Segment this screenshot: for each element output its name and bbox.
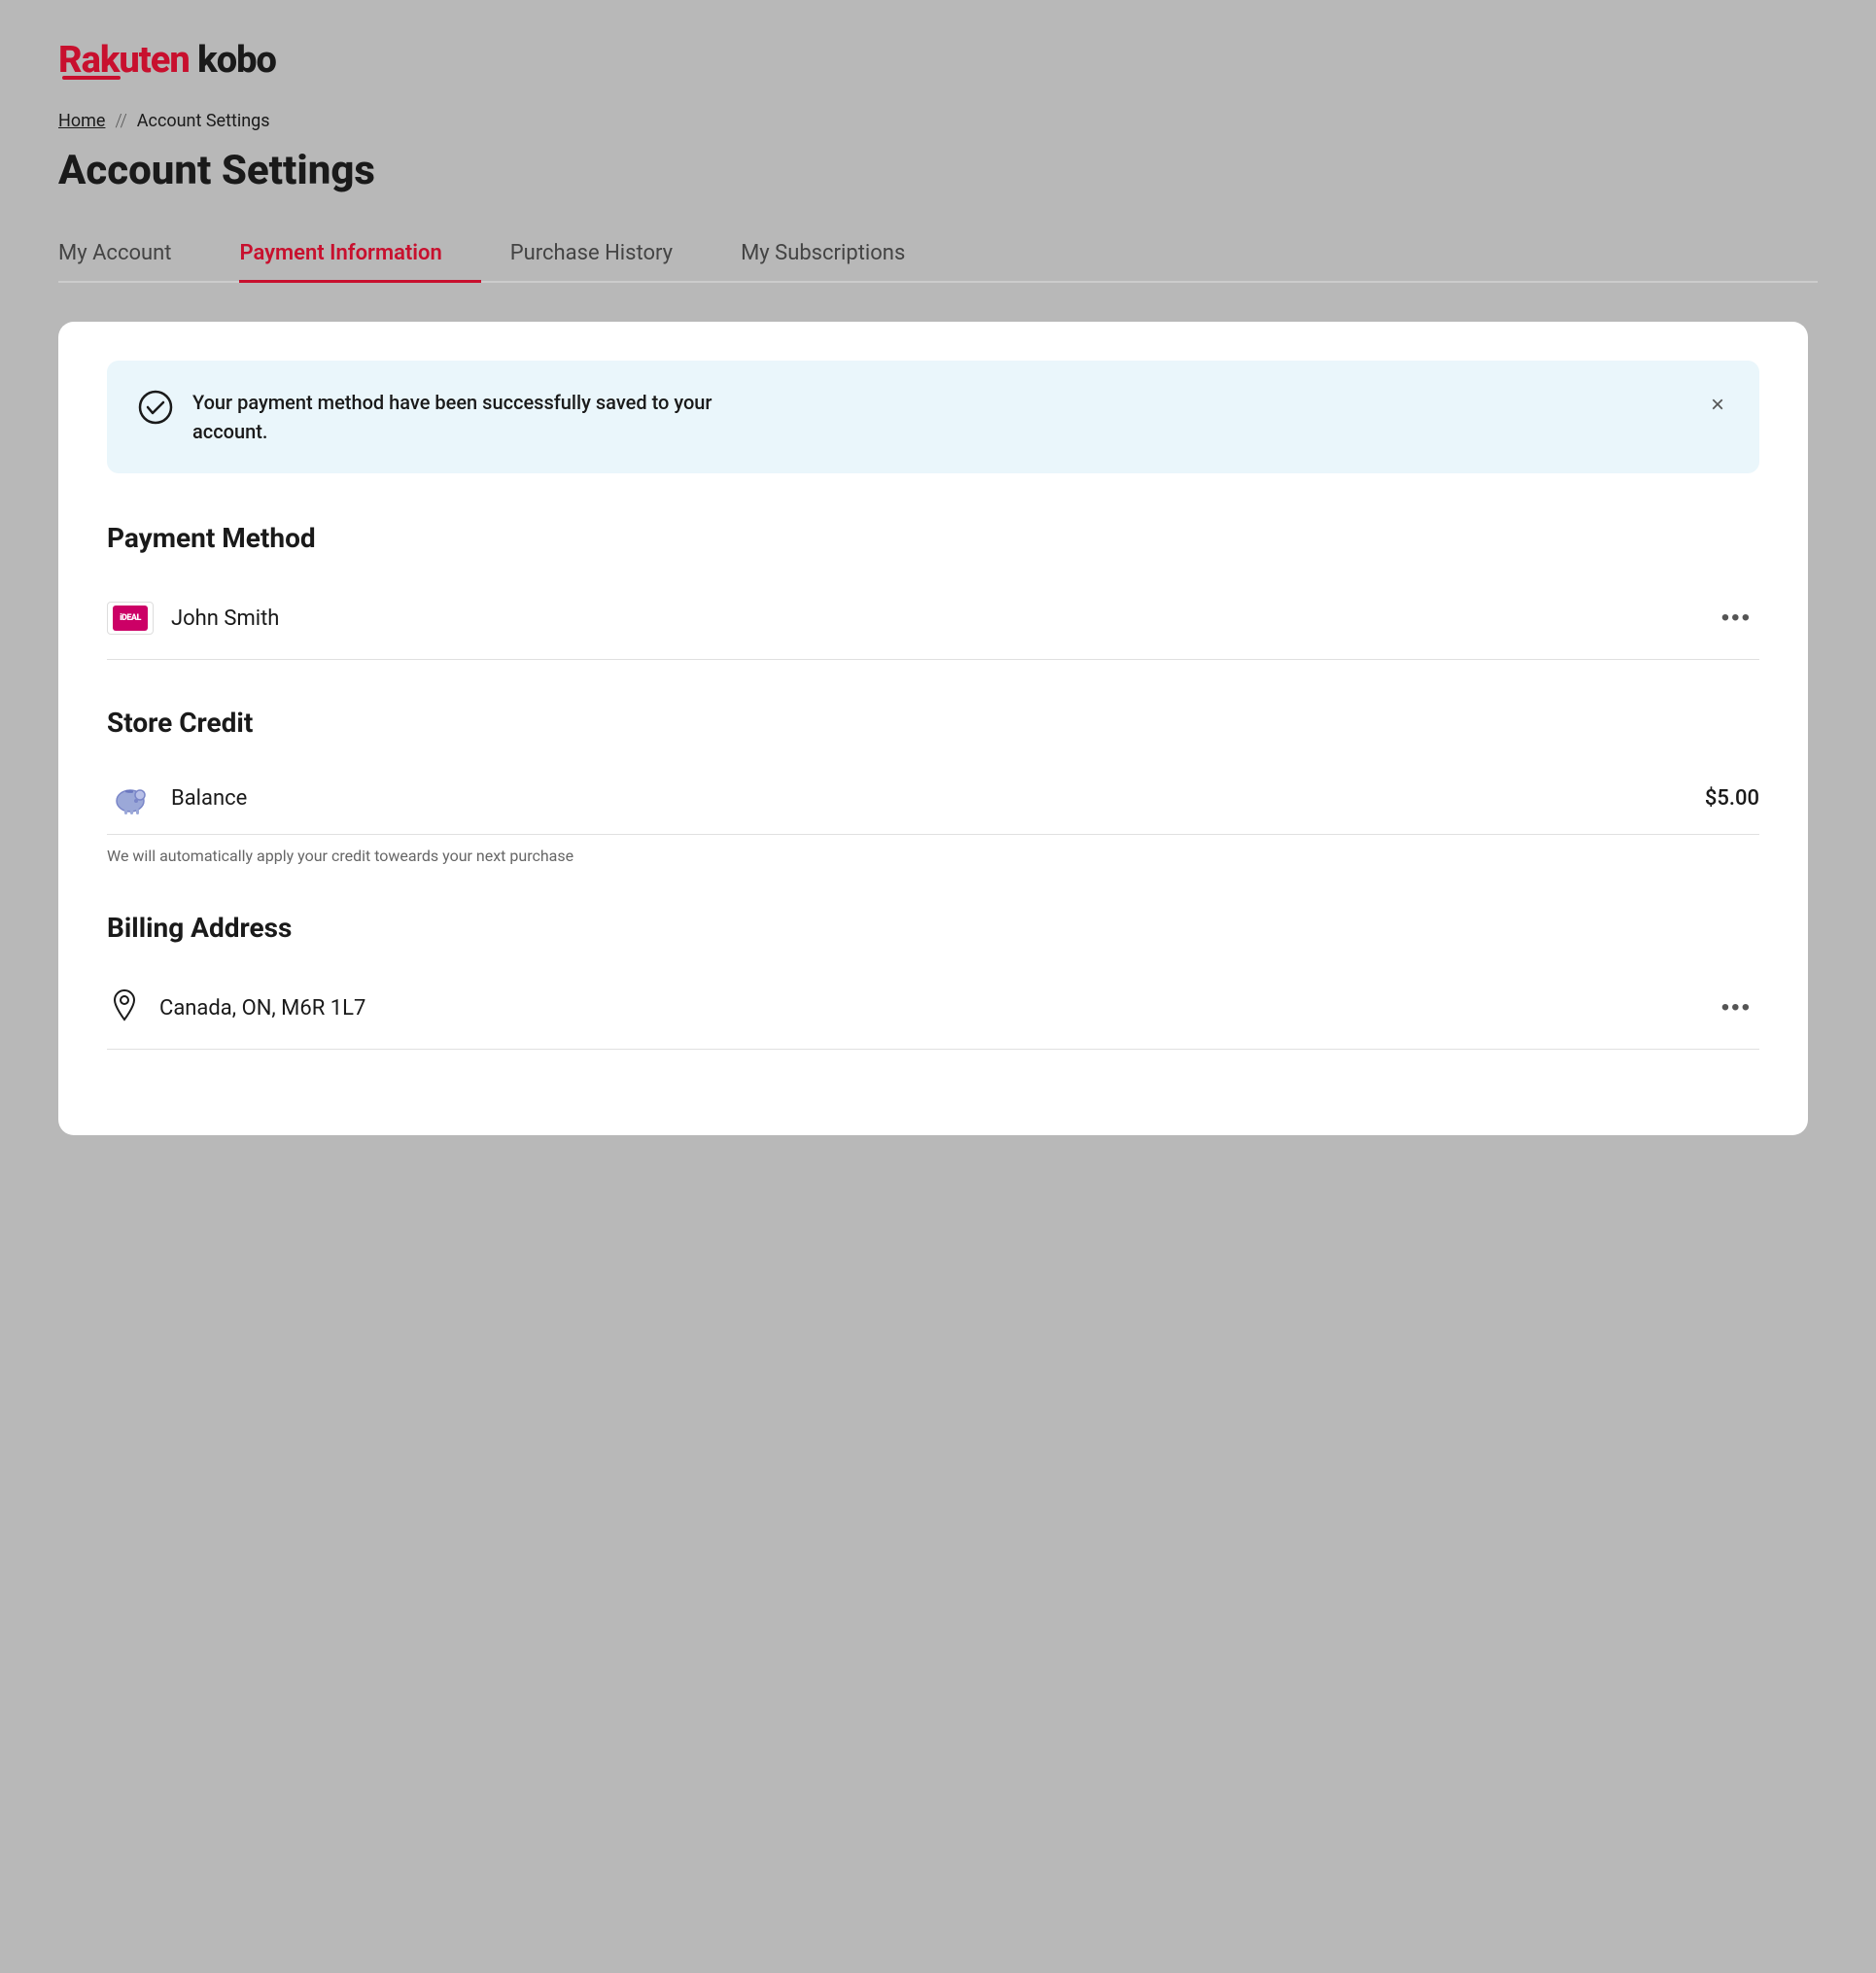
payment-more-options-button[interactable]: ••• [1714, 597, 1759, 640]
store-credit-section: Store Credit [107, 707, 1759, 865]
brand-name-part2: kobo [190, 39, 276, 82]
brand-name-part1: Rakuten [58, 39, 190, 82]
tab-purchase-history[interactable]: Purchase History [510, 225, 712, 281]
ideal-payment-icon: iDEAL [107, 602, 154, 635]
billing-left: Canada, ON, M6R 1L7 [107, 988, 365, 1028]
billing-address-section: Billing Address Canada, ON, M6R 1L7 ••• [107, 912, 1759, 1050]
success-message: Your payment method have been successful… [192, 388, 776, 446]
store-credit-heading: Store Credit [107, 707, 1759, 739]
logo-container: Rakuten kobo [58, 39, 1818, 80]
tabs-container: My Account Payment Information Purchase … [58, 225, 1818, 283]
breadcrumb-home-link[interactable]: Home [58, 111, 105, 131]
page-wrapper: Rakuten kobo Home // Account Settings Ac… [0, 0, 1876, 1973]
page-title: Account Settings [58, 147, 1818, 194]
success-check-icon [138, 390, 173, 425]
breadcrumb-separator: // [115, 111, 126, 131]
tab-my-account[interactable]: My Account [58, 225, 210, 281]
store-credit-label: Balance [171, 786, 247, 811]
payment-row-left: iDEAL John Smith [107, 602, 279, 635]
ideal-badge: iDEAL [113, 606, 148, 631]
billing-address-row: Canada, ON, M6R 1L7 ••• [107, 967, 1759, 1050]
store-credit-note: We will automatically apply your credit … [107, 847, 1759, 865]
breadcrumb-current: Account Settings [137, 111, 270, 131]
payment-method-row: iDEAL John Smith ••• [107, 577, 1759, 660]
tab-my-subscriptions[interactable]: My Subscriptions [741, 225, 944, 281]
payment-method-heading: Payment Method [107, 522, 1759, 554]
store-credit-row: Balance $5.00 [107, 762, 1759, 835]
store-credit-amount: $5.00 [1705, 786, 1759, 811]
success-banner: Your payment method have been successful… [107, 361, 1759, 473]
billing-address-text: Canada, ON, M6R 1L7 [159, 996, 365, 1021]
payment-holder-name: John Smith [171, 606, 279, 631]
breadcrumb: Home // Account Settings [58, 111, 1818, 131]
close-banner-button[interactable]: × [1707, 388, 1728, 423]
main-card: Your payment method have been successful… [58, 322, 1808, 1135]
store-credit-left: Balance [107, 781, 247, 814]
tab-payment-information[interactable]: Payment Information [239, 225, 480, 281]
payment-method-section: Payment Method iDEAL John Smith ••• [107, 522, 1759, 660]
brand-logo[interactable]: Rakuten kobo [58, 39, 276, 82]
location-pin-icon [107, 988, 142, 1028]
success-banner-left: Your payment method have been successful… [138, 388, 776, 446]
billing-more-options-button[interactable]: ••• [1714, 986, 1759, 1029]
store-credit-icon [107, 781, 154, 814]
billing-address-heading: Billing Address [107, 912, 1759, 944]
